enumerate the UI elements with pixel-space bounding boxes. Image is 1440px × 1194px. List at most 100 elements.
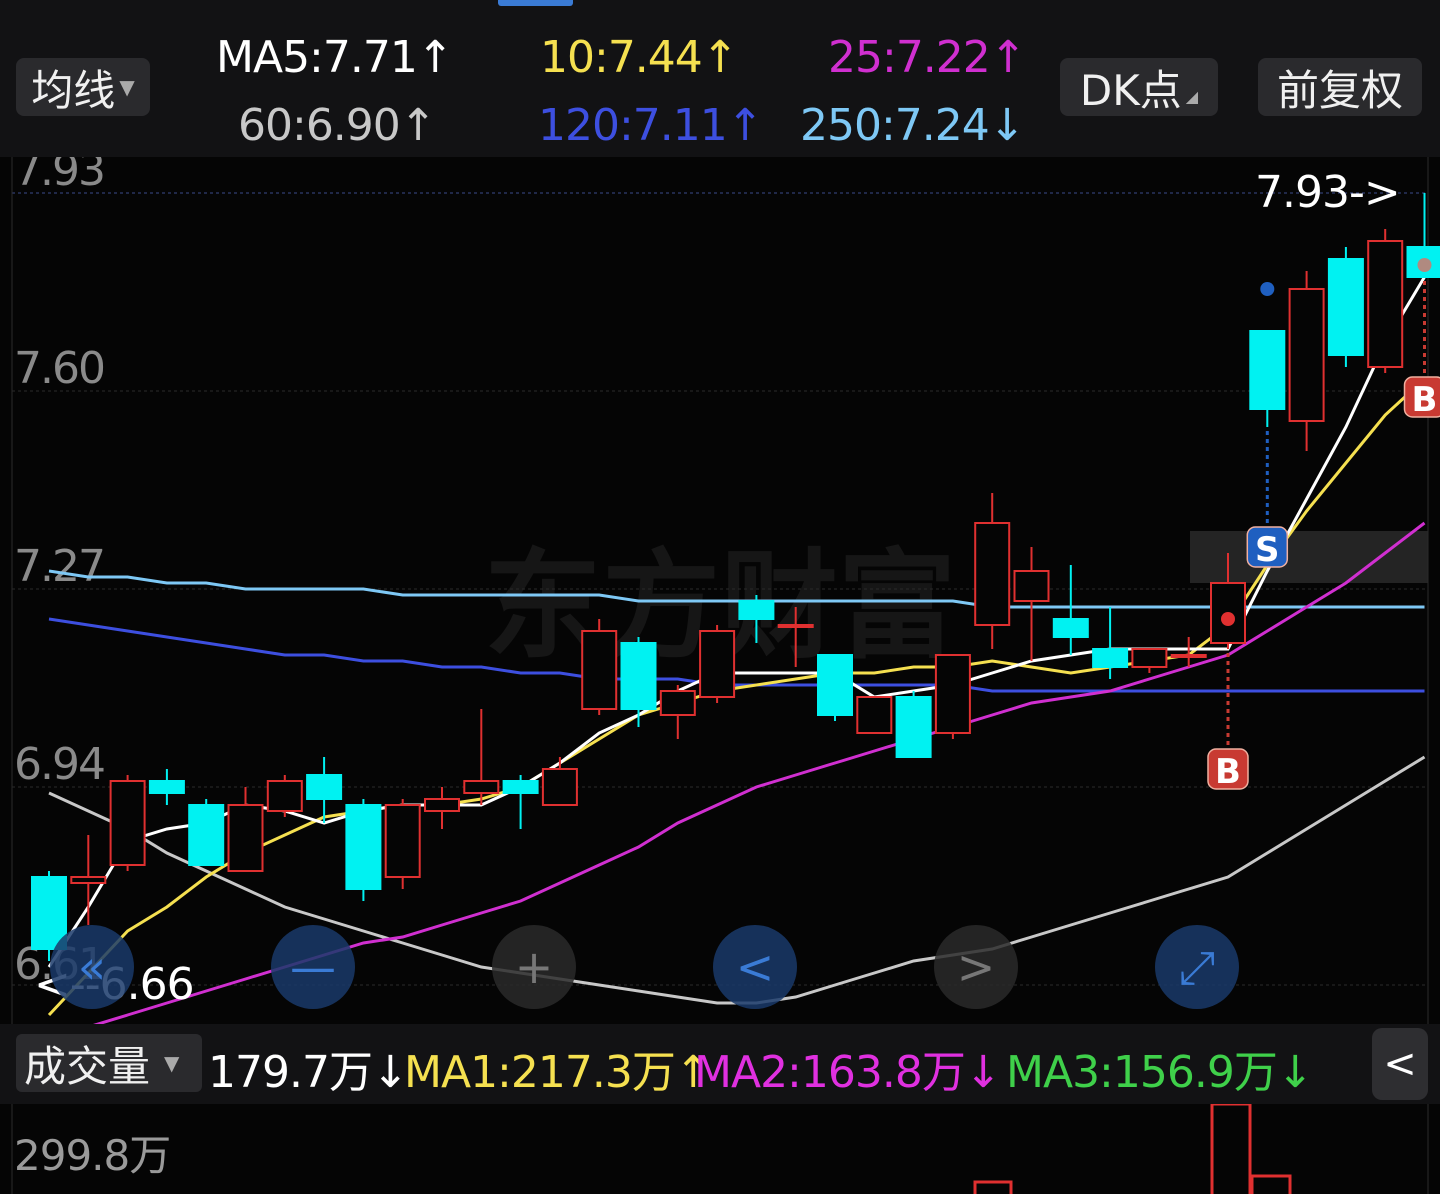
- candle-body: [659, 690, 696, 716]
- ma-value-1: 10:7.44↑: [540, 32, 739, 83]
- volume-canvas: [11, 1104, 1429, 1194]
- candle-body: [895, 696, 932, 758]
- candle-body: [934, 654, 971, 734]
- volume-axis-label: 299.8万: [14, 1131, 171, 1180]
- ma10-line: [47, 377, 1426, 1017]
- candle-body: [1052, 618, 1089, 638]
- trend-arrow: ↑: [989, 32, 1027, 83]
- volume-title: 成交量: [24, 1041, 151, 1091]
- dropdown-icon: ▼: [164, 1051, 180, 1075]
- tab-indicator: [498, 0, 573, 6]
- volume-value-2: MA2:163.8万↓: [694, 1047, 1002, 1098]
- scroll-right-button[interactable]: >: [934, 925, 1018, 1009]
- double-left-icon: «: [78, 940, 106, 994]
- candle-body: [109, 780, 146, 866]
- volume-bar: [973, 1180, 1013, 1194]
- candle-body: [70, 876, 107, 884]
- candle-body: [227, 804, 264, 872]
- signal-dot: [1221, 612, 1235, 626]
- volume-value-0: 179.7万↓: [208, 1047, 409, 1098]
- zoom-out-icon: —: [290, 940, 336, 994]
- candle-body: [1288, 288, 1325, 422]
- candle-body: [581, 630, 618, 710]
- signal-dot: [1260, 282, 1275, 296]
- ma-selector-button[interactable]: 均线 ▼: [16, 58, 150, 116]
- candle-body: [1367, 240, 1404, 368]
- signal-label: B: [1215, 752, 1241, 792]
- ma-value-5: 250:7.24↓: [800, 100, 1026, 151]
- ma-value-2: 25:7.22↑: [828, 32, 1027, 83]
- fullscreen-button[interactable]: ⤢: [1155, 925, 1239, 1009]
- trend-arrow: ↑: [726, 100, 764, 151]
- candle-body: [306, 774, 343, 800]
- ma-value-0: MA5:7.71↑: [216, 32, 454, 83]
- candle-body: [1131, 648, 1168, 668]
- candle-body: [1013, 570, 1050, 602]
- adjust-label: 前复权: [1276, 65, 1403, 115]
- dk-button[interactable]: DK点 ◢: [1060, 58, 1218, 116]
- candle-body: [777, 624, 814, 628]
- trend-arrow: ↑: [399, 100, 437, 151]
- volume-selector[interactable]: 成交量 ▼: [16, 1034, 202, 1092]
- candlestick-chart[interactable]: 东方财富7.937.607.276.946.617.93-><--6.66BSB…: [0, 157, 1440, 1024]
- candle-body: [1249, 330, 1286, 410]
- candle-body: [384, 804, 421, 878]
- high-price-label: 7.93->: [1255, 167, 1400, 218]
- ma-header: 均线 ▼ MA5:7.71↑ 10:7.44↑ 25:7.22↑ 60:6.90↑ 12…: [0, 22, 1440, 157]
- fullscreen-icon: ⤢: [1179, 940, 1216, 994]
- ma-value-3: 60:6.90↑: [238, 100, 437, 151]
- trend-arrow: ↑: [701, 32, 739, 83]
- y-tick-label: 7.27: [14, 541, 104, 592]
- volume-value-1: MA1:217.3万↑: [404, 1047, 712, 1098]
- candle-body: [541, 768, 578, 806]
- candle-body: [31, 876, 67, 950]
- candle-body: [463, 780, 500, 794]
- candle-body: [856, 696, 893, 734]
- candle-body: [345, 804, 382, 890]
- top-bar: [0, 0, 1440, 22]
- collapse-button[interactable]: <: [1372, 1028, 1428, 1100]
- double-left-button[interactable]: «: [50, 925, 134, 1009]
- candle-body: [1327, 258, 1364, 356]
- dk-label: DK点: [1079, 65, 1182, 115]
- ma-value-4: 120:7.11↑: [538, 100, 764, 151]
- volume-chart: 299.8万: [0, 1104, 1440, 1194]
- volume-value-3: MA3:156.9万↓: [1006, 1047, 1314, 1098]
- candle-body: [502, 780, 539, 794]
- candle-body: [738, 600, 775, 620]
- candle-body: [148, 780, 185, 794]
- trend-arrow: ↓: [964, 1047, 1002, 1098]
- signal-label: S: [1255, 530, 1280, 570]
- corner-triangle-icon: ◢: [1185, 87, 1199, 106]
- adjust-button[interactable]: 前复权: [1258, 58, 1422, 116]
- trend-arrow: ↓: [371, 1047, 409, 1098]
- y-tick-label: 7.93: [14, 157, 104, 196]
- candle-body: [1092, 648, 1129, 668]
- y-tick-label: 6.94: [14, 739, 104, 790]
- ma-selector-label: 均线: [31, 65, 116, 115]
- candle-body: [424, 798, 460, 812]
- candle-body: [266, 780, 303, 812]
- y-tick-label: 7.60: [14, 343, 104, 394]
- candle-body: [817, 654, 853, 716]
- zoom-in-icon: +: [515, 940, 554, 994]
- chevron-left-icon: <: [1383, 1041, 1417, 1087]
- candle-body: [1170, 654, 1207, 658]
- price-highlight-band: [1190, 531, 1428, 583]
- candle-body: [699, 630, 736, 698]
- volume-bar: [1210, 1104, 1252, 1194]
- scroll-left-button[interactable]: <: [713, 925, 797, 1009]
- trend-arrow: ↓: [1276, 1047, 1314, 1098]
- zoom-out-button[interactable]: —: [271, 925, 355, 1009]
- volume-bar: [1250, 1174, 1292, 1194]
- candle-body: [188, 804, 225, 866]
- zoom-in-button[interactable]: +: [492, 925, 576, 1009]
- signal-label: B: [1412, 380, 1438, 420]
- chart-canvas: 东方财富7.937.607.276.946.617.93-><--6.66BSB…: [11, 157, 1440, 1024]
- volume-header: 成交量 ▼ 179.7万↓ MA1:217.3万↑ MA2:163.8万↓ MA3:1…: [0, 1024, 1440, 1104]
- dropdown-icon: ▼: [119, 75, 135, 99]
- scroll-right-icon: >: [957, 940, 996, 994]
- candle-body: [620, 642, 657, 710]
- candle-body: [974, 522, 1011, 626]
- signal-dot: [1417, 258, 1432, 272]
